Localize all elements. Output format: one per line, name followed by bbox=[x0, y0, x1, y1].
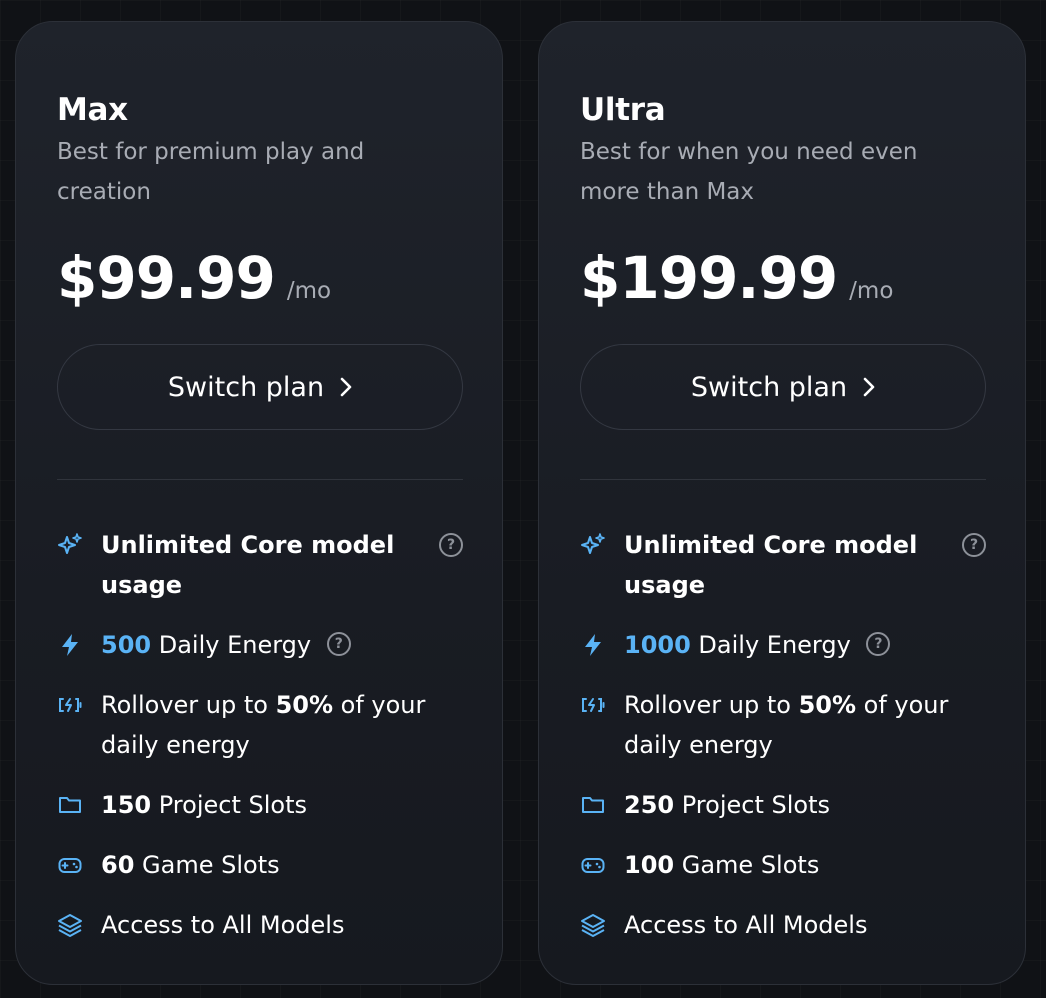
plan-description: Best for premium play and creation bbox=[57, 139, 365, 205]
help-icon[interactable]: ? bbox=[866, 632, 891, 656]
feature-text: Project Slots bbox=[151, 791, 307, 819]
folder-icon bbox=[580, 792, 606, 818]
folder-icon bbox=[57, 792, 83, 818]
pricing-page: Max Best for premium play and creation $… bbox=[0, 0, 1046, 998]
games-amount: 100 bbox=[624, 851, 675, 879]
switch-plan-button[interactable]: Switch plan bbox=[580, 344, 986, 430]
feature-text: Unlimited Core model usage bbox=[624, 531, 918, 599]
feature-text: Rollover up to bbox=[624, 691, 799, 719]
feature-list: Unlimited Core model usage ? 1000 Daily … bbox=[580, 525, 986, 965]
lightning-icon bbox=[580, 632, 606, 658]
layers-icon bbox=[57, 912, 83, 938]
price-period: /mo bbox=[849, 278, 894, 304]
battery-charging-icon bbox=[57, 692, 83, 718]
lightning-icon bbox=[57, 632, 83, 658]
gamepad-icon bbox=[580, 852, 606, 878]
games-amount: 60 bbox=[101, 851, 135, 879]
price-period: /mo bbox=[286, 278, 332, 304]
price-row: $199.99 /mo bbox=[580, 244, 893, 312]
gamepad-icon bbox=[57, 852, 83, 878]
sparkles-icon bbox=[580, 532, 606, 558]
feature-text: Access to All Models bbox=[101, 911, 345, 939]
switch-plan-button[interactable]: Switch plan bbox=[57, 344, 463, 430]
feature-text: Access to All Models bbox=[624, 911, 868, 939]
battery-charging-icon bbox=[580, 692, 606, 718]
energy-amount: 500 bbox=[101, 631, 152, 659]
feature-projects: 250 Project Slots bbox=[580, 785, 986, 825]
divider bbox=[580, 479, 986, 480]
sparkles-icon bbox=[57, 532, 83, 558]
feature-text: Daily Energy bbox=[151, 631, 312, 659]
feature-core-model: Unlimited Core model usage bbox=[580, 525, 924, 605]
feature-games: 60 Game Slots bbox=[57, 845, 463, 885]
help-icon[interactable]: ? bbox=[962, 533, 986, 557]
help-icon[interactable]: ? bbox=[439, 533, 463, 557]
feature-text: Daily Energy bbox=[690, 631, 851, 659]
feature-text: Game Slots bbox=[674, 851, 820, 879]
feature-energy: 1000 Daily Energy ? bbox=[580, 625, 986, 665]
layers-icon bbox=[580, 912, 606, 938]
switch-plan-label: Switch plan bbox=[690, 371, 848, 403]
feature-models: Access to All Models bbox=[580, 905, 986, 945]
divider bbox=[57, 479, 463, 480]
feature-text: Unlimited Core model usage bbox=[101, 531, 395, 599]
feature-list: Unlimited Core model usage ? 500 Daily E… bbox=[57, 525, 463, 965]
plan-card-ultra: Ultra Best for when you need even more t… bbox=[538, 21, 1026, 985]
chevron-right-icon bbox=[863, 377, 875, 397]
projects-amount: 250 bbox=[624, 791, 675, 819]
switch-plan-label: Switch plan bbox=[167, 371, 325, 403]
feature-models: Access to All Models bbox=[57, 905, 463, 945]
feature-text: Rollover up to bbox=[101, 691, 276, 719]
help-icon[interactable]: ? bbox=[326, 632, 351, 656]
plan-price: $199.99 bbox=[580, 244, 838, 312]
rollover-percent: 50% bbox=[275, 691, 334, 719]
feature-text: Game Slots bbox=[134, 851, 280, 879]
projects-amount: 150 bbox=[101, 791, 152, 819]
feature-projects: 150 Project Slots bbox=[57, 785, 463, 825]
energy-amount: 1000 bbox=[624, 631, 691, 659]
feature-rollover: Rollover up to 50% of your daily energy bbox=[580, 685, 986, 765]
plan-name: Ultra bbox=[580, 92, 666, 128]
plan-price: $99.99 bbox=[57, 244, 276, 312]
feature-games: 100 Game Slots bbox=[580, 845, 986, 885]
price-row: $99.99 /mo bbox=[57, 244, 331, 312]
feature-rollover: Rollover up to 50% of your daily energy bbox=[57, 685, 463, 765]
rollover-percent: 50% bbox=[798, 691, 857, 719]
feature-text: Project Slots bbox=[674, 791, 830, 819]
plan-description: Best for when you need even more than Ma… bbox=[580, 139, 918, 205]
chevron-right-icon bbox=[340, 377, 352, 397]
feature-energy: 500 Daily Energy ? bbox=[57, 625, 463, 665]
plan-name: Max bbox=[57, 92, 128, 128]
plan-card-max: Max Best for premium play and creation $… bbox=[15, 21, 503, 985]
feature-core-model: Unlimited Core model usage bbox=[57, 525, 401, 605]
